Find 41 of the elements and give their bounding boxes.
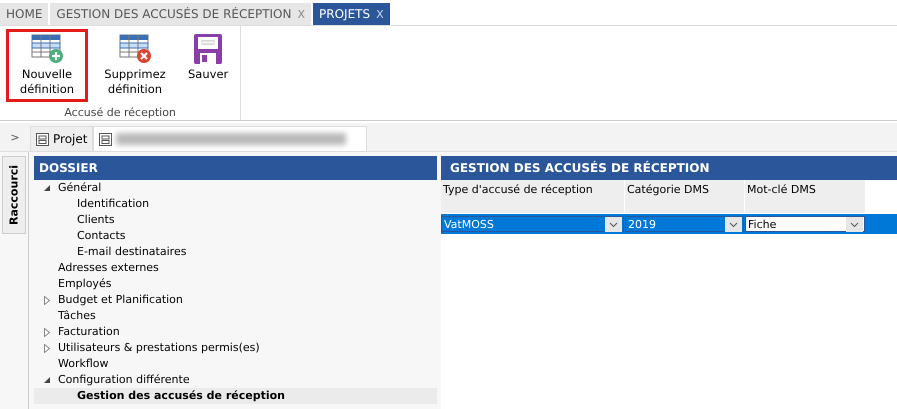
dropdown-field[interactable]: 2019 xyxy=(625,216,744,232)
table-add-icon xyxy=(30,34,64,64)
add-button[interactable]: Nouvelle définition xyxy=(6,29,88,102)
column-header[interactable]: Catégorie DMS xyxy=(625,180,744,213)
panel-header: GESTION DES ACCUSÉS DE RÉCEPTION xyxy=(441,156,897,180)
tree-item[interactable]: Général xyxy=(34,180,437,196)
delete-button[interactable]: Supprimez définition xyxy=(94,29,176,102)
save-button[interactable]: Sauver xyxy=(182,29,234,87)
tree-item[interactable]: Clients xyxy=(34,212,437,228)
close-tab-button[interactable]: X xyxy=(376,8,384,20)
tree-item[interactable]: Budget et Planification xyxy=(34,292,437,308)
column-header[interactable]: Type d'accusé de réception xyxy=(441,180,624,213)
app-tab[interactable]: GESTION DES ACCUSÉS DE RÉCEPTION X xyxy=(50,3,312,25)
column-header[interactable]: Mot-clé DMS xyxy=(745,180,865,213)
tree-item[interactable]: Workflow xyxy=(34,356,437,372)
tree-item[interactable]: Configuration différente xyxy=(34,372,437,388)
collapse-icon[interactable] xyxy=(43,376,51,384)
table-delete-icon xyxy=(118,34,152,64)
dropdown-field[interactable]: Fiche xyxy=(745,216,865,232)
ribbon-group-label: Accusé de réception xyxy=(64,106,176,119)
app-tab[interactable]: PROJETS X xyxy=(313,3,390,25)
tree-item[interactable]: Employés xyxy=(34,276,437,292)
expand-sidebar-button[interactable]: > xyxy=(0,130,30,144)
tree-item[interactable]: E-mail destinataires xyxy=(34,244,437,260)
tree-item[interactable]: Tâches xyxy=(34,308,437,324)
tree-item[interactable]: Adresses externes xyxy=(34,260,437,276)
form-icon xyxy=(36,132,49,146)
table-row[interactable]: VatMOSS 2019 Fiche xyxy=(441,214,897,234)
tree-item[interactable]: Identification xyxy=(34,196,437,212)
document-tab[interactable]: Projet xyxy=(30,126,94,151)
panel-header: DOSSIER xyxy=(34,156,437,180)
shortcut-tab[interactable]: Raccourci xyxy=(2,156,26,234)
dropdown-field[interactable]: VatMOSS xyxy=(441,216,624,232)
tree-item[interactable]: Utilisateurs & prestations permis(es) xyxy=(34,340,437,356)
expand-icon[interactable] xyxy=(43,296,51,305)
collapse-icon[interactable] xyxy=(43,184,51,192)
app-tab[interactable]: HOME xyxy=(0,3,48,25)
tree-item[interactable]: Contacts xyxy=(34,228,437,244)
tree-item[interactable]: Facturation xyxy=(34,324,437,340)
form-icon xyxy=(99,132,112,146)
tree-item[interactable]: Gestion des accusés de réception xyxy=(34,388,437,404)
